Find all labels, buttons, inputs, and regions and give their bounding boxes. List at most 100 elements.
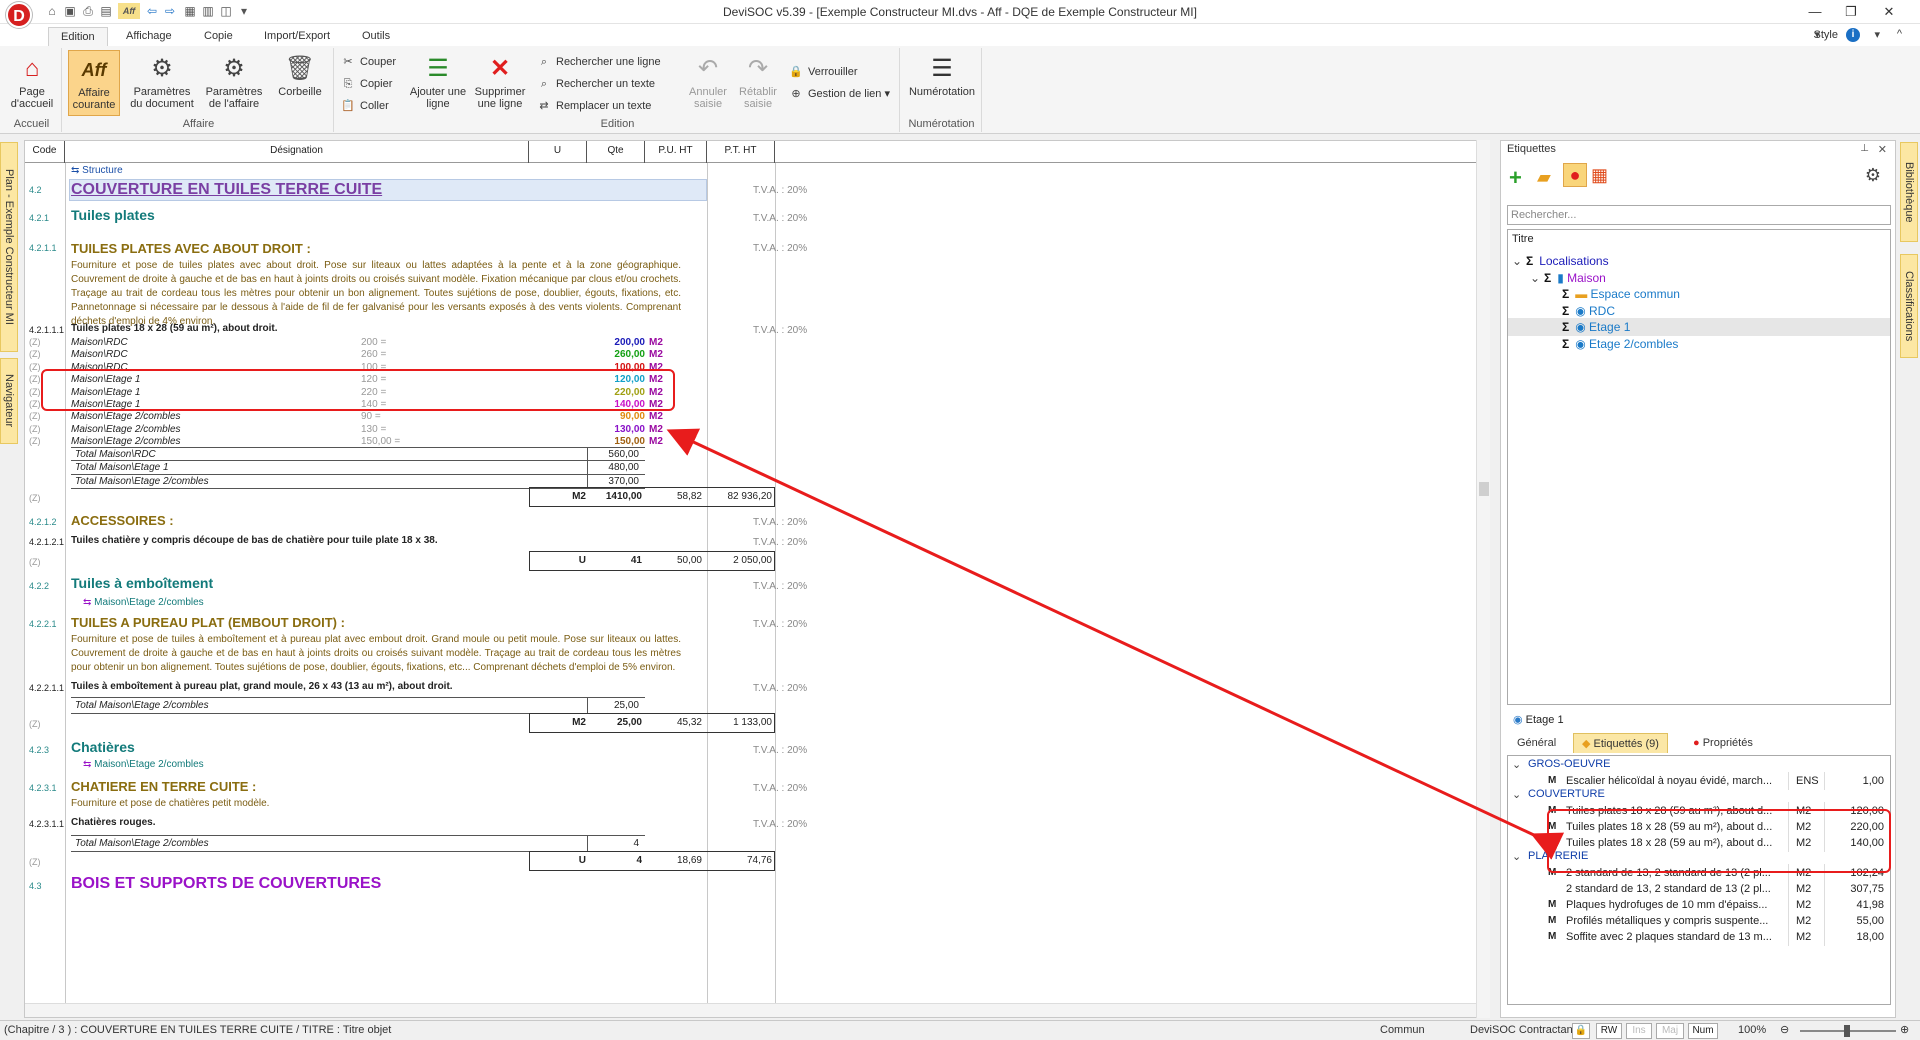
measurement-location[interactable]: Maison\Etage 2/combles [71, 411, 181, 422]
horizontal-scrollbar[interactable] [25, 1003, 1477, 1017]
tree-node[interactable]: Σ ▬ Espace commun [1508, 285, 1890, 303]
tab-outils[interactable]: Outils [350, 27, 402, 46]
status-commun[interactable]: Commun [1380, 1021, 1425, 1040]
plan-side-tab[interactable]: Plan - Exemple Constructeur MI [0, 142, 18, 352]
corbeille-button[interactable]: 🗑 Corbeille [270, 50, 330, 116]
settings-gear-icon[interactable]: ⚙ [1865, 165, 1881, 186]
document-grid[interactable]: Code Désignation U Qte P.U. HT P.T. HT ⇆… [24, 140, 1490, 1018]
scrollbar-thumb[interactable] [1479, 482, 1489, 496]
measurement-location[interactable]: Maison\RDC [71, 349, 128, 360]
chapter-title[interactable]: COUVERTURE EN TUILES TERRE CUITE [71, 181, 382, 199]
tab-import-export[interactable]: Import/Export [252, 27, 342, 46]
tab-copie[interactable]: Copie [192, 27, 245, 46]
section-title[interactable]: Tuiles à emboîtement [71, 575, 213, 591]
total-row[interactable]: Total Maison\Etage 1 480,00 [71, 461, 645, 475]
help-icon[interactable]: i [1846, 28, 1860, 42]
vertical-scrollbar[interactable] [1476, 140, 1490, 1018]
tag-group-header[interactable]: GROS-OEUVRE [1528, 758, 1611, 770]
lock-button[interactable]: 🔒 Verrouiller [788, 62, 857, 82]
section-title[interactable]: Tuiles plates [71, 207, 155, 223]
ribbon-options-icon[interactable]: ▾ [1874, 28, 1880, 41]
affaire-courante-button[interactable]: Aff Affaire courante [68, 50, 120, 116]
item-title[interactable]: Tuiles à emboîtement à pureau plat, gran… [71, 681, 453, 692]
param-document-button[interactable]: ⚙ Paramètres du document [126, 50, 198, 116]
article-title[interactable]: TUILES A PUREAU PLAT (EMBOUT DROIT) : [71, 615, 345, 630]
param-affaire-button[interactable]: ⚙ Paramètres de l'affaire [198, 50, 270, 116]
col-code[interactable]: Code [25, 141, 65, 163]
item-title[interactable]: Tuiles plates 18 x 28 (59 au m²), about … [71, 323, 278, 334]
article-title[interactable]: CHATIERE EN TERRE CUITE : [71, 779, 256, 794]
ins-indicator[interactable]: Ins [1626, 1023, 1652, 1039]
link-management-button[interactable]: ⊕ Gestion de lien ▾ [788, 84, 890, 104]
restore-button[interactable]: ❐ [1836, 2, 1866, 22]
classifications-side-tab[interactable]: Classifications [1900, 254, 1918, 358]
tagged-item-row[interactable]: M Soffite avec 2 plaques standard de 13 m… [1548, 928, 1888, 946]
tagged-items-list[interactable]: ⌄ GROS-OEUVRE M Escalier hélicoïdal à noyau… [1507, 755, 1891, 1005]
location-pin-icon[interactable]: ● [1563, 163, 1587, 187]
navigator-side-tab[interactable]: Navigateur [0, 358, 18, 444]
item-title[interactable]: Chatières rouges. [71, 817, 155, 828]
tag-search-input[interactable]: Rechercher... [1507, 205, 1891, 225]
item-title[interactable]: Tuiles chatière y compris découpe de bas… [71, 535, 438, 546]
tab-affichage[interactable]: Affichage [114, 27, 184, 46]
col-qte[interactable]: Qte [587, 141, 645, 163]
col-pu[interactable]: P.U. HT [645, 141, 707, 163]
tab-edition[interactable]: Edition [48, 27, 108, 46]
tree-node[interactable]: ⌄ Σ ▮ Maison [1508, 269, 1890, 287]
tree-node[interactable]: Σ ◉ Etage 2/combles [1508, 335, 1890, 353]
rw-indicator[interactable]: RW [1596, 1023, 1622, 1039]
lock-status-icon[interactable]: 🔒 [1572, 1023, 1590, 1039]
tag-tree[interactable]: Titre ⌄ Σ Localisations ⌄ Σ ▮ Maison Σ ▬ Esp… [1507, 229, 1891, 705]
article-title[interactable]: ACCESSOIRES : [71, 513, 174, 528]
tree-node[interactable]: ⌄ Σ Localisations [1508, 252, 1890, 270]
measurement-formula[interactable]: 200 = [361, 337, 386, 348]
group-expand-icon[interactable]: ⌄ [1512, 758, 1521, 771]
col-unit[interactable]: U [529, 141, 587, 163]
total-row[interactable]: Total Maison\Etage 2/combles 4 [71, 835, 645, 852]
cut-button[interactable]: ✂ Couper [340, 52, 396, 72]
close-button[interactable]: ✕ [1874, 2, 1904, 22]
zoom-in-icon[interactable]: ⊕ [1900, 1021, 1909, 1040]
summary-row[interactable]: U 41 50,00 2 050,00 [529, 551, 775, 571]
add-line-button[interactable]: ☰ Ajouter une ligne [408, 50, 468, 116]
grid-tags-icon[interactable]: ▦ [1591, 165, 1608, 186]
status-contractant[interactable]: DeviSOC Contractant [1470, 1021, 1576, 1040]
minimize-button[interactable]: — [1800, 2, 1830, 22]
paste-button[interactable]: 📋 Coller [340, 96, 389, 116]
section-title[interactable]: Chatières [71, 739, 135, 755]
measurement-location[interactable]: Maison\Etage 2/combles [71, 424, 181, 435]
zoom-slider-thumb[interactable] [1844, 1025, 1850, 1037]
expand-icon[interactable]: ⌄ [1530, 269, 1544, 287]
total-row[interactable]: Total Maison\RDC 560,00 [71, 447, 645, 461]
measurement-formula[interactable]: 150,00 = [361, 436, 400, 447]
tree-node[interactable]: Σ ◉ Etage 1 [1508, 318, 1890, 336]
total-row[interactable]: Total Maison\Etage 2/combles 25,00 [71, 697, 645, 714]
maj-indicator[interactable]: Maj [1656, 1023, 1684, 1039]
tree-node[interactable]: Σ ◉ RDC [1508, 302, 1890, 320]
location-link[interactable]: ⇆ Maison\Etage 2/combles [83, 759, 204, 770]
add-tag-icon[interactable]: + [1509, 165, 1522, 191]
col-designation[interactable]: Désignation [65, 141, 529, 163]
app-logo[interactable]: D [6, 2, 32, 28]
tab-general[interactable]: Général [1509, 733, 1564, 753]
article-description[interactable]: Fourniture et pose de tuiles à emboîteme… [71, 633, 681, 675]
summary-row[interactable]: M2 1410,00 58,82 82 936,20 [529, 487, 775, 507]
ribbon-collapse-icon[interactable]: ^ [1897, 28, 1902, 40]
pin-icon[interactable]: ⊥ [1860, 143, 1869, 154]
undo-button[interactable]: ↶ Annuler saisie [684, 50, 732, 116]
num-indicator[interactable]: Num [1688, 1023, 1718, 1039]
redo-button[interactable]: ↷ Rétablir saisie [734, 50, 782, 116]
measurement-formula[interactable]: 90 = [361, 411, 381, 422]
zoom-out-icon[interactable]: ⊖ [1780, 1021, 1789, 1040]
article-description[interactable]: Fourniture et pose de tuiles plates avec… [71, 259, 681, 329]
group-expand-icon[interactable]: ⌄ [1512, 788, 1521, 801]
col-pt[interactable]: P.T. HT [707, 141, 775, 163]
style-dropdown-icon[interactable]: ▾ [1814, 28, 1820, 41]
measurement-formula[interactable]: 260 = [361, 349, 386, 360]
search-line-button[interactable]: ⌕ Rechercher une ligne [536, 52, 661, 72]
measurement-location[interactable]: Maison\RDC [71, 337, 128, 348]
summary-row[interactable]: U 4 18,69 74,76 [529, 851, 775, 871]
location-link[interactable]: ⇆ Maison\Etage 2/combles [83, 597, 204, 608]
tab-etiquettes[interactable]: ◆ Etiquettés (9) [1573, 733, 1668, 753]
summary-row[interactable]: M2 25,00 45,32 1 133,00 [529, 713, 775, 733]
